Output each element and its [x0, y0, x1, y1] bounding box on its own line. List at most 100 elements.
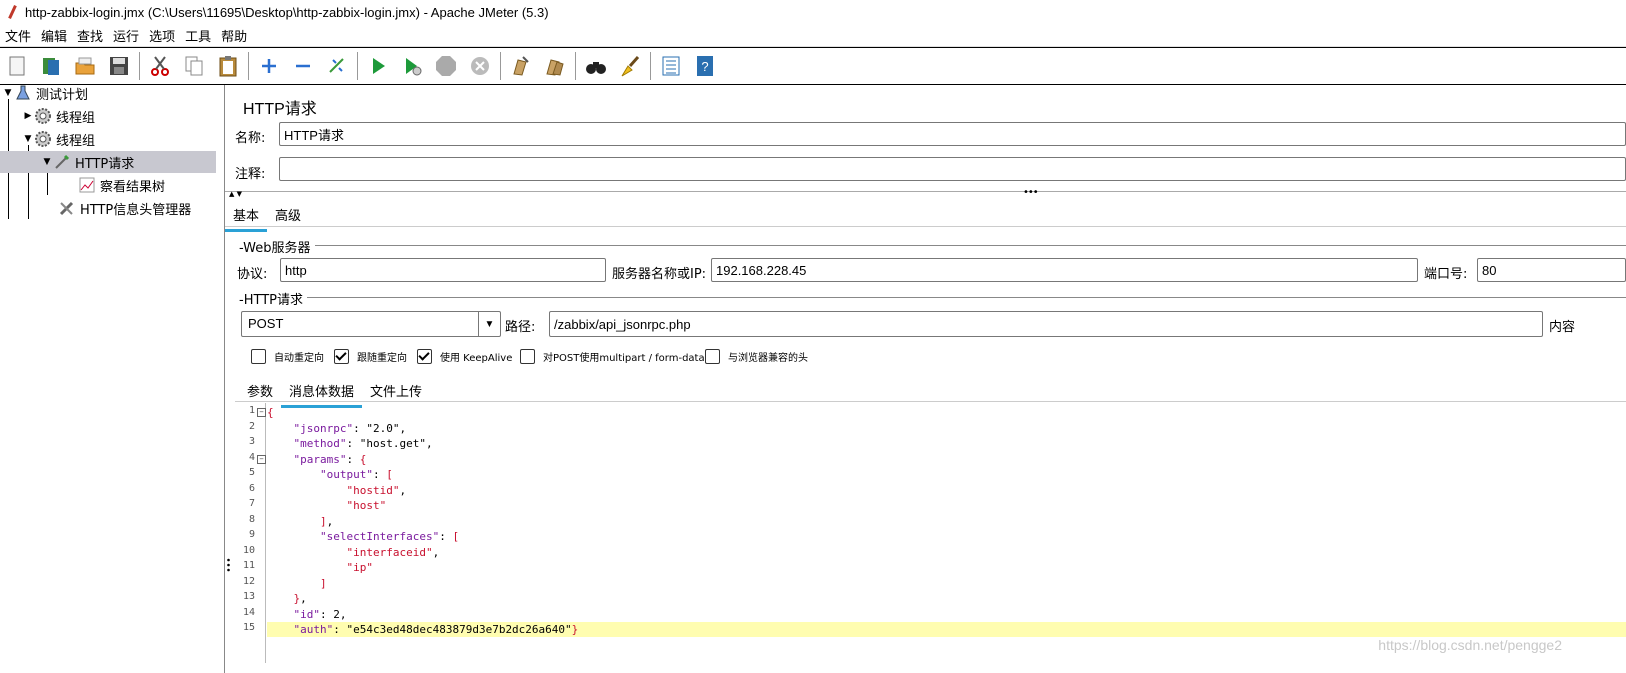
- cut-icon[interactable]: [143, 49, 177, 83]
- tree-node-view-results-tree[interactable]: 察看结果树: [78, 174, 165, 196]
- clear-icon[interactable]: [504, 49, 538, 83]
- web-server-title-text: Web服务器: [243, 241, 311, 256]
- fold-toggle-icon[interactable]: −: [257, 454, 266, 464]
- body-data-editor[interactable]: 1−2 3 4−5 6 7 8 9 10 11 12 13 14 15 { "jsonrpc": "2.…: [235, 403, 1626, 663]
- body-tab-divider: [235, 401, 1626, 402]
- tree-node-header-manager[interactable]: HTTP信息头管理器: [58, 197, 191, 219]
- line-number: 2: [248, 420, 255, 432]
- tab-basic[interactable]: 基本: [225, 202, 268, 232]
- checkbox-box[interactable]: [417, 349, 432, 364]
- line-number: 8: [248, 513, 255, 525]
- tree-node-http-request[interactable]: ▼ HTTP请求: [0, 151, 216, 173]
- collapse-arrows-icon[interactable]: ▲ ▼: [229, 190, 242, 198]
- toolbar-separator: [248, 52, 249, 80]
- menu-file[interactable]: 文件: [0, 26, 36, 45]
- menu-help[interactable]: 帮助: [216, 26, 252, 45]
- split-pane-divider[interactable]: [227, 558, 230, 574]
- port-label: 端口号:: [1424, 267, 1468, 282]
- open-icon[interactable]: [68, 49, 102, 83]
- line-number: 14: [242, 606, 255, 618]
- shutdown-icon[interactable]: [463, 49, 497, 83]
- tree-expand-arrow[interactable]: ▶: [22, 111, 34, 121]
- tree-label: 线程组: [56, 133, 96, 149]
- line-number: 9: [248, 529, 255, 540]
- protocol-field[interactable]: [280, 258, 606, 282]
- checkbox-box[interactable]: [334, 349, 349, 364]
- checkbox-label: 自动重定向: [274, 353, 324, 364]
- checkbox-box[interactable]: [520, 349, 535, 364]
- checkbox-label: 对POST使用multipart / form-data: [543, 353, 705, 364]
- line-number: 3: [248, 436, 255, 447]
- name-field[interactable]: [279, 122, 1626, 146]
- code-line: "jsonrpc": "2.0",: [293, 421, 407, 435]
- code-line: "auth": "e54c3ed48dec483879d3e7b2dc26a64…: [267, 622, 1626, 637]
- code-line: ]: [319, 576, 327, 590]
- port-field[interactable]: [1477, 258, 1626, 282]
- templates-icon[interactable]: [34, 49, 68, 83]
- stop-icon[interactable]: [429, 49, 463, 83]
- line-number: 5: [248, 467, 255, 478]
- save-icon[interactable]: [102, 49, 136, 83]
- function-helper-icon[interactable]: [654, 49, 688, 83]
- tree-node-thread-group[interactable]: ▶ 线程组: [22, 105, 95, 127]
- multipart-checkbox[interactable]: 对POST使用multipart / form-data: [520, 349, 705, 364]
- new-icon[interactable]: [0, 49, 34, 83]
- menu-run[interactable]: 运行: [108, 26, 144, 45]
- keepalive-checkbox[interactable]: 使用 KeepAlive: [417, 349, 512, 364]
- tab-advanced[interactable]: 高级: [267, 202, 309, 232]
- line-number-gutter: 1−2 3 4−5 6 7 8 9 10 11 12 13 14 15: [235, 403, 266, 663]
- line-number: 1: [248, 405, 255, 416]
- code-line: "interfaceid",: [346, 545, 440, 559]
- code-line: ],: [319, 514, 334, 528]
- expand-icon[interactable]: [252, 49, 286, 83]
- checkbox-box[interactable]: [251, 349, 266, 364]
- menu-edit[interactable]: 编辑: [36, 26, 72, 45]
- start-icon[interactable]: [361, 49, 395, 83]
- menu-tools[interactable]: 工具: [180, 26, 216, 45]
- method-select[interactable]: POST ▼: [241, 311, 501, 337]
- menu-bar: 文件 编辑 查找 运行 选项 工具 帮助: [0, 24, 1626, 47]
- code-line: "ip": [346, 561, 373, 574]
- help-icon[interactable]: ?: [688, 49, 722, 83]
- copy-icon[interactable]: [177, 49, 211, 83]
- menu-search[interactable]: 查找: [72, 26, 108, 45]
- fold-toggle-icon[interactable]: −: [257, 408, 266, 417]
- clear-all-icon[interactable]: [538, 49, 572, 83]
- tree-label: 测试计划: [36, 87, 89, 103]
- tree-expand-arrow[interactable]: ▼: [41, 157, 53, 167]
- tree-expand-arrow[interactable]: ▼: [2, 88, 14, 98]
- path-field[interactable]: [549, 311, 1543, 337]
- toggle-icon[interactable]: [320, 49, 354, 83]
- tree-label: HTTP信息头管理器: [80, 202, 192, 218]
- follow-redirects-checkbox[interactable]: 跟随重定向: [334, 349, 407, 364]
- page-title: HTTP请求: [243, 101, 317, 118]
- flask-icon: [14, 84, 32, 102]
- jmeter-feather-icon: [5, 5, 19, 19]
- tree-node-thread-group[interactable]: ▼ 线程组: [22, 128, 95, 150]
- line-number: 11: [242, 560, 255, 571]
- path-label: 路径:: [505, 320, 536, 335]
- browser-headers-checkbox[interactable]: 与浏览器兼容的头: [705, 349, 808, 364]
- chevron-down-icon[interactable]: ▼: [478, 312, 500, 336]
- tree-expand-arrow[interactable]: ▼: [22, 134, 34, 144]
- collapse-icon[interactable]: [286, 49, 320, 83]
- reset-search-icon[interactable]: [613, 49, 647, 83]
- comment-field[interactable]: [279, 157, 1626, 181]
- tree-node-test-plan[interactable]: ▼ 测试计划: [2, 82, 88, 104]
- start-no-pause-icon[interactable]: [395, 49, 429, 83]
- checkbox-box[interactable]: [705, 349, 720, 364]
- code-line: },: [293, 592, 307, 605]
- tab-divider: [225, 226, 1626, 227]
- paste-icon[interactable]: [211, 49, 245, 83]
- collapse-divider[interactable]: ▲ ▼ •••: [225, 187, 1626, 198]
- pipette-icon: [53, 153, 71, 171]
- divider-grip-icon[interactable]: •••: [1023, 187, 1039, 198]
- tree-guide-line: [47, 171, 48, 195]
- menu-options[interactable]: 选项: [144, 26, 180, 45]
- code-line: "params": {: [293, 452, 367, 466]
- gear-icon: [34, 107, 52, 125]
- search-icon[interactable]: [579, 49, 613, 83]
- toolbar-separator: [139, 52, 140, 80]
- auto-redirect-checkbox[interactable]: 自动重定向: [251, 349, 324, 364]
- server-field[interactable]: [711, 258, 1418, 282]
